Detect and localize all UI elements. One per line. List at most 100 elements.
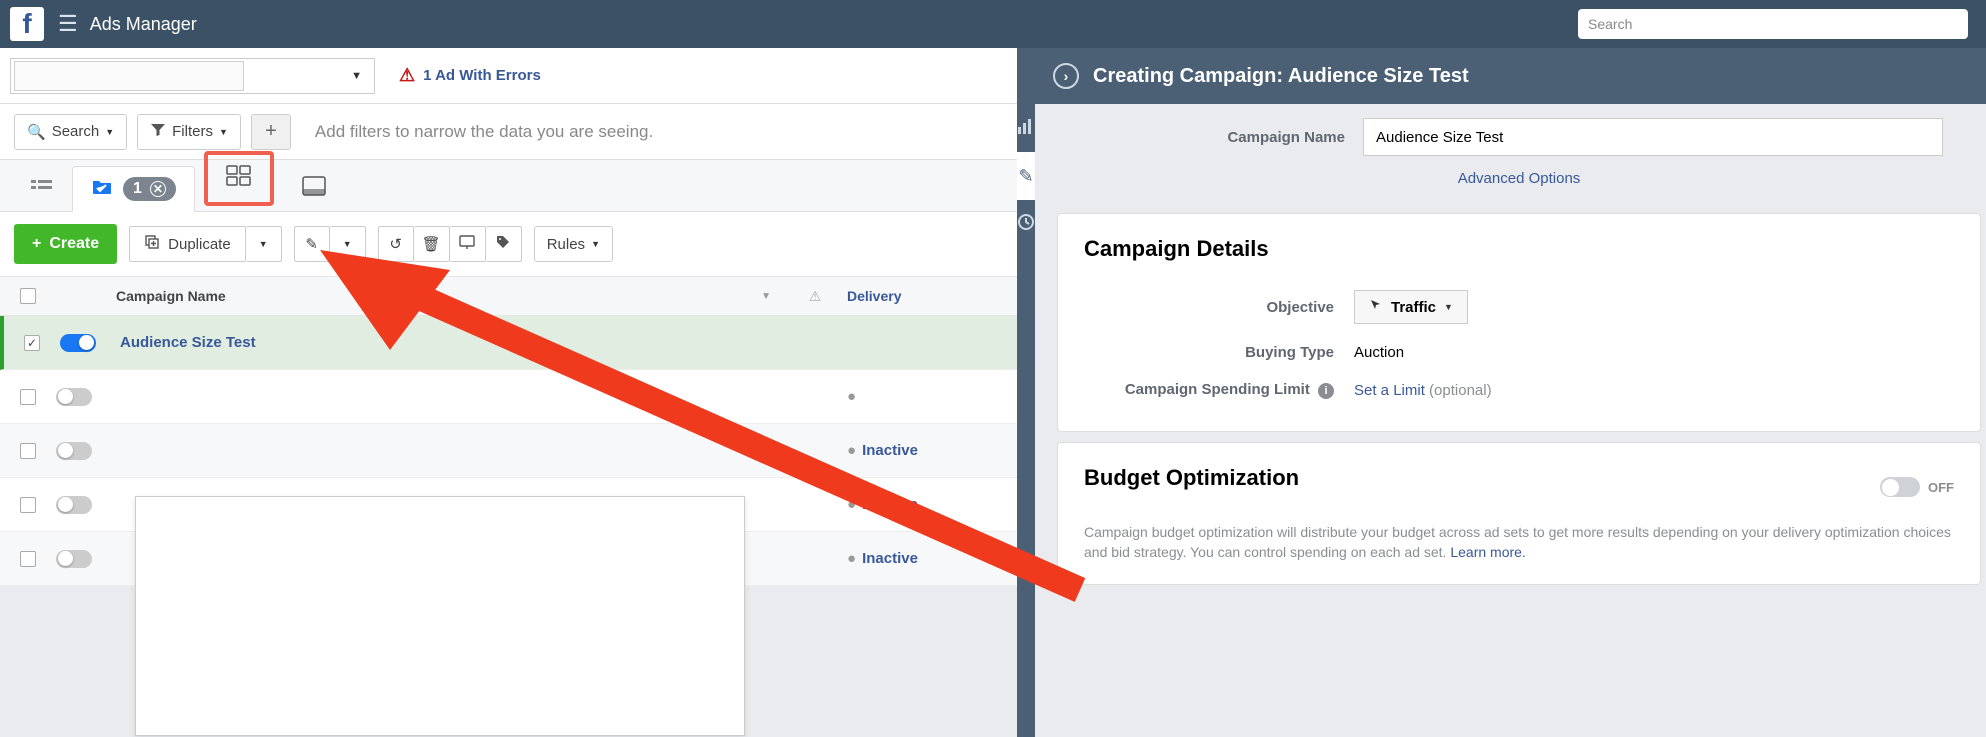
menu-icon[interactable]: ☰ bbox=[58, 11, 78, 37]
page-title: Ads Manager bbox=[90, 14, 197, 35]
edit-dropdown[interactable]: ▼ bbox=[330, 226, 366, 262]
duplicate-icon bbox=[144, 234, 160, 254]
collapse-panel-button[interactable]: › bbox=[1053, 63, 1079, 89]
col-header-name-label: Campaign Name bbox=[116, 288, 226, 304]
side-tab-performance[interactable] bbox=[1017, 104, 1035, 152]
level-tab-bar: 1 ✕ bbox=[0, 160, 1017, 212]
caret-down-icon: ▼ bbox=[591, 239, 600, 249]
optional-text: (optional) bbox=[1429, 382, 1492, 399]
tab-ads[interactable] bbox=[283, 165, 345, 211]
adset-icon bbox=[212, 159, 266, 198]
info-icon[interactable]: i bbox=[1318, 383, 1334, 399]
right-panel-title: Creating Campaign: Audience Size Test bbox=[1093, 65, 1469, 88]
status-toggle[interactable] bbox=[56, 550, 92, 568]
facebook-logo-icon[interactable]: f bbox=[10, 7, 44, 41]
trash-icon: 🗑 bbox=[422, 235, 441, 253]
row-checkbox[interactable] bbox=[20, 551, 36, 567]
col-header-warnings[interactable]: ⚠ bbox=[793, 288, 837, 305]
ad-errors-link[interactable]: ⚠ 1 Ad With Errors bbox=[399, 65, 541, 86]
set-limit-link[interactable]: Set a Limit bbox=[1354, 382, 1425, 399]
clear-selection-icon[interactable]: ✕ bbox=[150, 181, 166, 197]
budget-optimization-card: Budget Optimization OFF Campaign budget … bbox=[1057, 442, 1981, 585]
campaign-details-card: Campaign Details Objective Traffic ▼ Buy… bbox=[1057, 213, 1981, 432]
account-bar: ▼ ⚠ 1 Ad With Errors bbox=[0, 48, 1017, 104]
table-row[interactable]: ✓ Audience Size Test bbox=[0, 316, 1017, 370]
row-checkbox[interactable] bbox=[20, 389, 36, 405]
campaign-name-link[interactable]: Audience Size Test bbox=[120, 334, 256, 351]
rules-label: Rules bbox=[547, 236, 585, 253]
clock-icon bbox=[1017, 213, 1035, 236]
caret-down-icon: ▼ bbox=[259, 239, 268, 249]
budget-optimization-toggle[interactable] bbox=[1880, 477, 1920, 497]
table-row[interactable]: ● bbox=[0, 370, 1017, 424]
status-toggle[interactable] bbox=[56, 496, 92, 514]
campaign-details-heading: Campaign Details bbox=[1084, 236, 1954, 262]
caret-down-icon: ▼ bbox=[343, 239, 352, 249]
selected-count-pill[interactable]: 1 ✕ bbox=[123, 177, 176, 201]
side-tab-history[interactable] bbox=[1017, 200, 1035, 248]
revert-button[interactable]: ↺ bbox=[378, 226, 414, 262]
campaign-name-input[interactable] bbox=[1363, 118, 1943, 156]
global-search-input[interactable] bbox=[1578, 9, 1968, 39]
filter-placeholder-text: Add filters to narrow the data you are s… bbox=[315, 122, 653, 142]
duplicate-dropdown[interactable]: ▼ bbox=[246, 226, 282, 262]
budget-optimization-description: Campaign budget optimization will distri… bbox=[1084, 523, 1954, 562]
status-toggle[interactable] bbox=[56, 442, 92, 460]
plus-icon: + bbox=[32, 235, 41, 253]
delete-button[interactable]: 🗑 bbox=[414, 226, 450, 262]
search-icon: 🔍 bbox=[27, 123, 46, 141]
chart-icon bbox=[1017, 117, 1035, 140]
pencil-icon: ✎ bbox=[305, 235, 318, 253]
campaign-name-label: Campaign Name bbox=[1095, 129, 1345, 146]
preview-icon bbox=[459, 234, 475, 254]
annotation-highlight bbox=[204, 151, 274, 206]
pencil-icon: ✎ bbox=[1018, 166, 1033, 187]
caret-down-icon: ▼ bbox=[219, 127, 228, 137]
status-toggle[interactable] bbox=[60, 334, 96, 352]
duplicate-button[interactable]: Duplicate bbox=[129, 226, 246, 262]
tab-campaigns[interactable]: 1 ✕ bbox=[72, 166, 195, 212]
preview-button[interactable] bbox=[450, 226, 486, 262]
right-panel: ✎ › Creating Campaign: Audience Size Tes… bbox=[1017, 48, 1986, 737]
side-tab-edit[interactable]: ✎ bbox=[1017, 152, 1035, 200]
search-button[interactable]: 🔍 Search ▼ bbox=[14, 114, 127, 150]
edit-button[interactable]: ✎ bbox=[294, 226, 330, 262]
filter-icon bbox=[150, 122, 166, 142]
delivery-cell: ●Inactive bbox=[837, 550, 1017, 567]
filters-button-label: Filters bbox=[172, 123, 213, 140]
tab-account-overview[interactable] bbox=[12, 167, 72, 211]
toggle-off-label: OFF bbox=[1928, 480, 1954, 495]
list-icon bbox=[31, 178, 53, 201]
create-button[interactable]: + Create bbox=[14, 224, 117, 264]
objective-dropdown[interactable]: Traffic ▼ bbox=[1354, 290, 1468, 324]
cursor-icon bbox=[1369, 298, 1383, 316]
select-all-checkbox[interactable] bbox=[20, 288, 36, 304]
delivery-cell: ●Inactive bbox=[837, 442, 1017, 459]
rules-dropdown[interactable]: Rules ▼ bbox=[534, 226, 613, 262]
budget-optimization-heading: Budget Optimization bbox=[1084, 465, 1299, 491]
row-checkbox[interactable] bbox=[20, 497, 36, 513]
top-header: f ☰ Ads Manager bbox=[0, 0, 1986, 48]
caret-down-icon: ▼ bbox=[1444, 302, 1453, 312]
ad-icon bbox=[302, 176, 326, 201]
tag-button[interactable] bbox=[486, 226, 522, 262]
col-header-delivery[interactable]: Delivery bbox=[837, 288, 1017, 304]
row-checkbox[interactable] bbox=[20, 443, 36, 459]
buying-type-value: Auction bbox=[1354, 344, 1404, 361]
duplicate-button-label: Duplicate bbox=[168, 236, 231, 253]
caret-down-icon: ▼ bbox=[105, 127, 114, 137]
campaign-icon bbox=[91, 178, 113, 201]
caret-down-icon: ▼ bbox=[351, 70, 362, 82]
learn-more-link[interactable]: Learn more. bbox=[1450, 544, 1525, 560]
status-toggle[interactable] bbox=[56, 388, 92, 406]
buying-type-label: Buying Type bbox=[1084, 344, 1334, 361]
row-checkbox[interactable]: ✓ bbox=[24, 335, 40, 351]
warning-icon: ⚠ bbox=[809, 288, 822, 305]
revert-icon: ↺ bbox=[389, 235, 402, 253]
table-row[interactable]: ●Inactive bbox=[0, 424, 1017, 478]
col-header-name[interactable]: Campaign Name ▼ bbox=[110, 288, 793, 304]
advanced-options-link[interactable]: Advanced Options bbox=[1035, 170, 1986, 203]
tab-adsets[interactable] bbox=[195, 145, 283, 211]
account-dropdown[interactable]: ▼ bbox=[10, 58, 375, 94]
right-panel-header: › Creating Campaign: Audience Size Test bbox=[1035, 48, 1986, 104]
